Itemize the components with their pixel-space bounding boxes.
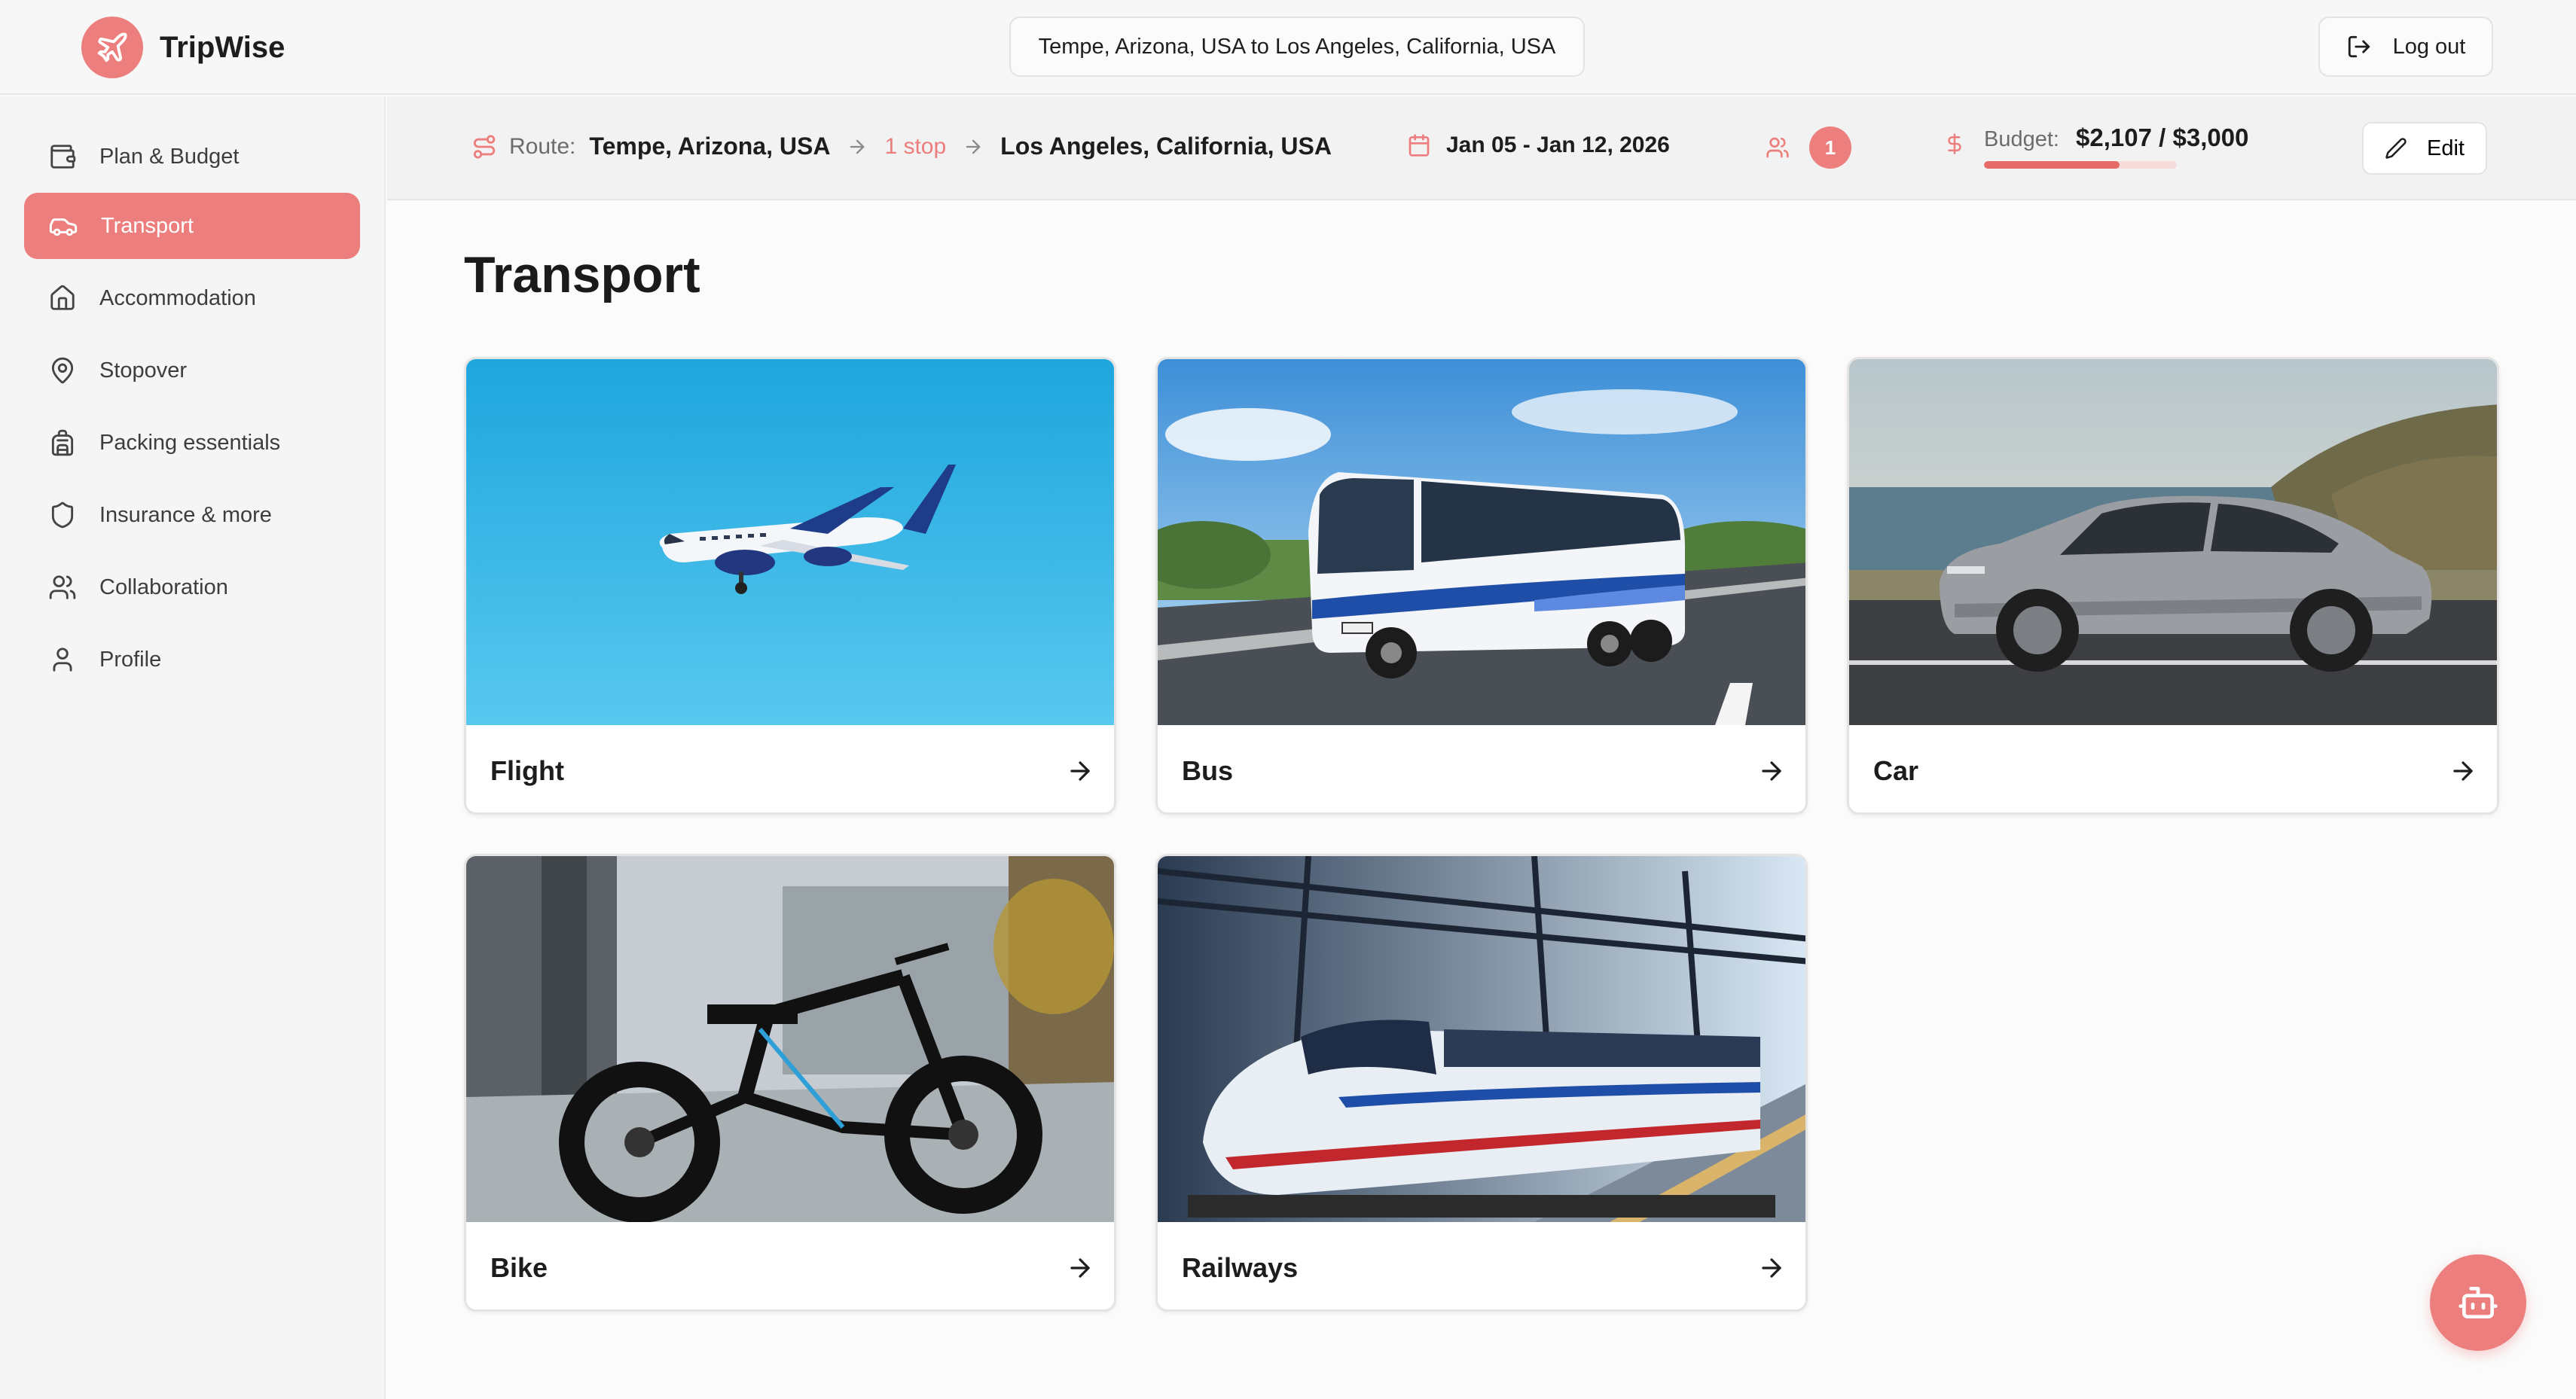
- app-name: TripWise: [160, 30, 285, 64]
- trip-summary-bar: Route: Tempe, Arizona, USA 1 stop Los An…: [387, 96, 2576, 200]
- budget-progress-track: [1984, 161, 2177, 169]
- destination-city: Los Angeles, California, USA: [1000, 133, 1332, 160]
- sidebar-item-collaboration[interactable]: Collaboration: [24, 554, 360, 620]
- card-label: Railways: [1182, 1252, 1299, 1283]
- bot-icon: [2458, 1287, 2498, 1318]
- railways-image: [1158, 856, 1805, 1222]
- dates-value: Jan 05 - Jan 12, 2026: [1446, 133, 1670, 157]
- route-label: Route:: [509, 133, 576, 159]
- card-footer: Bike: [466, 1222, 1114, 1309]
- logout-button[interactable]: Log out: [2318, 17, 2493, 77]
- page-title: Transport: [464, 246, 700, 303]
- sidebar-item-profile[interactable]: Profile: [24, 626, 360, 693]
- sidebar: Plan & Budget Transport Accommodation St…: [0, 96, 386, 1399]
- map-pin-icon: [51, 357, 74, 384]
- sidebar-item-packing[interactable]: Packing essentials: [24, 410, 360, 476]
- route-summary[interactable]: Tempe, Arizona, USA to Los Angeles, Cali…: [1009, 17, 1585, 77]
- sidebar-item-insurance[interactable]: Insurance & more: [24, 482, 360, 548]
- card-label: Car: [1873, 755, 1919, 786]
- sidebar-item-label: Accommodation: [99, 285, 256, 310]
- arrow-right-icon[interactable]: [1066, 757, 1094, 785]
- edit-trip-button[interactable]: Edit: [2362, 122, 2487, 175]
- arrow-right-icon[interactable]: [1757, 1254, 1786, 1282]
- transport-card-flight[interactable]: Flight: [464, 357, 1116, 815]
- travelers[interactable]: 1: [1766, 126, 1851, 169]
- home-icon: [50, 285, 75, 310]
- sidebar-item-accommodation[interactable]: Accommodation: [24, 265, 360, 331]
- stops-count[interactable]: 1 stop: [884, 134, 946, 160]
- travelers-count-badge: 1: [1809, 126, 1851, 169]
- logout-icon: [2348, 35, 2370, 58]
- sidebar-item-label: Insurance & more: [99, 502, 272, 527]
- top-header: TripWise Tempe, Arizona, USA to Los Ange…: [0, 0, 2576, 95]
- card-footer: Bus: [1158, 725, 1805, 812]
- arrow-right-icon: [850, 139, 865, 154]
- arrow-right-icon[interactable]: [2449, 757, 2477, 785]
- sidebar-item-label: Stopover: [99, 358, 188, 383]
- sidebar-item-stopover[interactable]: Stopover: [24, 337, 360, 404]
- sidebar-item-label: Profile: [99, 647, 162, 672]
- arrow-right-icon: [966, 139, 981, 154]
- flight-image: [466, 359, 1114, 725]
- transport-card-bike[interactable]: Bike: [464, 854, 1116, 1312]
- car-icon: [49, 218, 78, 236]
- users-icon: [1766, 137, 1789, 158]
- logout-label: Log out: [2392, 34, 2466, 59]
- wallet-icon: [50, 145, 76, 169]
- edit-label: Edit: [2427, 136, 2465, 160]
- card-footer: Car: [1849, 725, 2497, 812]
- card-footer: Flight: [466, 725, 1114, 812]
- transport-card-bus[interactable]: Bus: [1155, 357, 1808, 815]
- bike-image: [466, 856, 1114, 1222]
- card-label: Flight: [490, 755, 564, 786]
- route-icon: [473, 134, 496, 159]
- bus-image: [1158, 359, 1805, 725]
- card-label: Bike: [490, 1252, 548, 1283]
- arrow-right-icon[interactable]: [1066, 1254, 1094, 1282]
- sidebar-item-label: Packing essentials: [99, 430, 281, 455]
- plane-logo-icon: [81, 17, 143, 78]
- dollar-icon: [1948, 133, 1961, 154]
- car-image: [1849, 359, 2497, 725]
- sidebar-item-plan-budget[interactable]: Plan & Budget: [24, 123, 360, 190]
- pencil-icon: [2385, 138, 2407, 159]
- budget-progress-fill: [1984, 161, 2120, 169]
- budget-summary: Budget: $2,107 / $3,000: [1943, 123, 2248, 169]
- trip-route: Route: Tempe, Arizona, USA 1 stop Los An…: [472, 133, 1332, 160]
- user-icon: [53, 648, 72, 672]
- shield-icon: [51, 501, 74, 529]
- arrow-right-icon[interactable]: [1757, 757, 1786, 785]
- budget-label: Budget:: [1984, 127, 2059, 151]
- luggage-icon: [51, 429, 74, 456]
- sidebar-item-transport[interactable]: Transport: [24, 193, 360, 259]
- origin-city: Tempe, Arizona, USA: [589, 133, 831, 160]
- sidebar-item-label: Collaboration: [99, 575, 228, 599]
- sidebar-item-label: Plan & Budget: [99, 144, 240, 169]
- trip-dates: Jan 05 - Jan 12, 2026: [1407, 133, 1670, 158]
- transport-card-car[interactable]: Car: [1847, 357, 2499, 815]
- calendar-icon: [1409, 134, 1430, 157]
- brand[interactable]: TripWise: [81, 17, 285, 78]
- sidebar-item-label: Transport: [101, 213, 194, 238]
- users-icon: [49, 575, 76, 599]
- budget-amount: $2,107 / $3,000: [2076, 123, 2249, 151]
- card-footer: Railways: [1158, 1222, 1805, 1309]
- card-label: Bus: [1182, 755, 1234, 786]
- assistant-bot-button[interactable]: [2430, 1254, 2526, 1351]
- transport-card-railways[interactable]: Railways: [1155, 854, 1808, 1312]
